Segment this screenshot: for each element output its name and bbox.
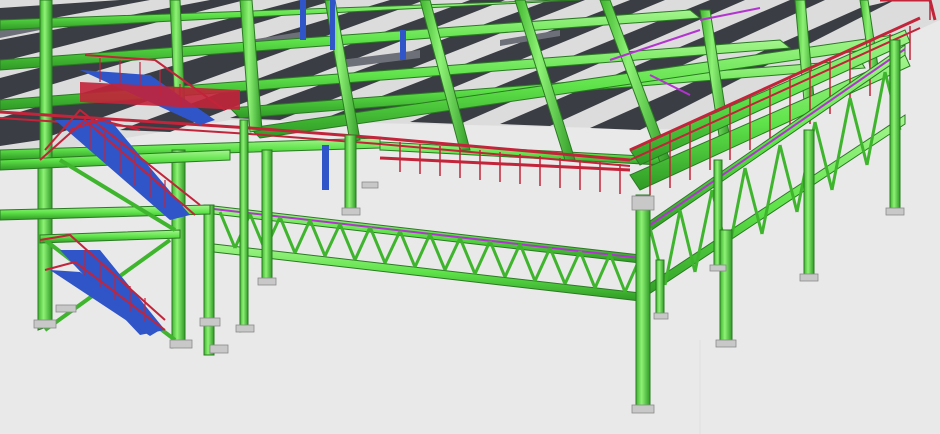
steel-structure-render xyxy=(0,0,940,434)
model-viewport[interactable] xyxy=(0,0,940,434)
